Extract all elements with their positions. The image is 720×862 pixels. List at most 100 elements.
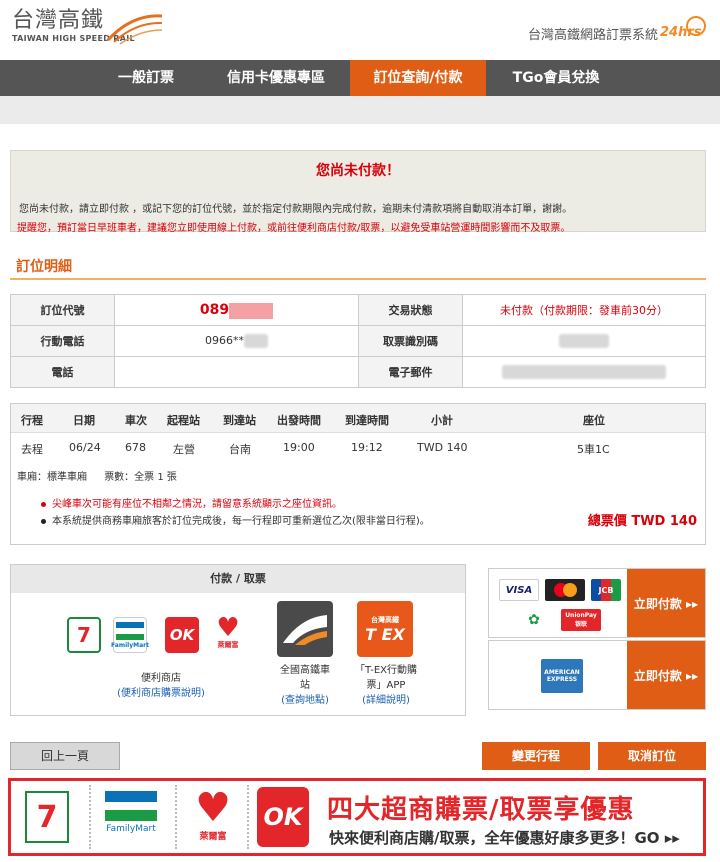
ok-mart-logo: OK [165, 617, 199, 653]
page-header: 台灣高鐵 TAIWAN HIGH SPEED RAIL 台灣高鐵網路訂票系統 2… [0, 0, 720, 60]
unpaid-alert: 您尚未付款！ 您尚未付款，請立即付款 ，或記下您的訂位代號，並於指定付款期限內完… [10, 150, 706, 234]
mobile-label: 行動電話 [10, 325, 115, 357]
gray-strip [0, 96, 720, 124]
banner-hilife-text: 萊爾富 [199, 832, 227, 842]
trip-row: 去程 06/24 678 左營 台南 19:00 19:12 TWD 140 5… [11, 432, 705, 460]
th-arrival-time: 到達時間 [345, 414, 389, 427]
bullet-icon [41, 501, 46, 507]
change-itinerary-button[interactable]: 變更行程 [482, 742, 590, 770]
alert-reminder: 提醒您，預訂當日早班車者，建議您立即使用線上付款，或前往便利商店付款/取票，以避… [17, 223, 571, 234]
heart-icon: ♥ [216, 613, 240, 643]
mc-orange-circle [562, 583, 577, 597]
nav-tgo-redeem[interactable]: TGo會員兌換 [486, 60, 626, 96]
amex-logo: AMERICAN EXPRESS [541, 659, 583, 693]
th-train: 車次 [125, 414, 147, 427]
masked-code [229, 302, 274, 319]
tex-app-icon: 台灣高鐵 T EX [357, 601, 413, 657]
trip-table: 行程 日期 車次 起程站 到達站 出發時間 到達時間 小計 座位 去程 06/2… [10, 403, 706, 545]
masked-email [502, 365, 666, 379]
card-payment-option[interactable]: VISA JCB ✿ UnionPay 银联 立即付款 ▸▸ [488, 568, 706, 638]
note-item: 本系統提供商務車廂旅客於訂位完成後，每一行程即可重新選位乙次(限非當日行程)。 [41, 513, 430, 530]
familymart-logo: FamilyMart [111, 617, 149, 653]
tex-detail-link[interactable]: (詳細說明) [343, 693, 429, 708]
phone-label: 電話 [10, 356, 115, 388]
mastercard-logo [545, 579, 585, 601]
unionpay-text: UnionPay [565, 612, 597, 619]
trip-leg: 去程 [21, 443, 43, 456]
banner-ok-logo: OK [257, 787, 309, 847]
station-caption-line1: 全國高鐵車 [280, 665, 330, 676]
main-nav: 一般訂票 信用卡優惠專區 訂位查詢/付款 TGo會員兌換 [0, 60, 720, 96]
convenience-store-banner[interactable]: 7 FamilyMart ♥ 萊爾富 OK 四大超商購票/取票享優惠 快來便利商… [8, 778, 706, 856]
trip-date: 06/24 [69, 441, 101, 454]
banner-divider [247, 785, 249, 849]
nav-general-booking[interactable]: 一般訂票 [90, 60, 202, 96]
tex-caption-line1: 「T-EX行動購 [355, 665, 417, 676]
hilife-text: 萊爾富 [217, 641, 239, 649]
banner-familymart-logo: FamilyMart [103, 791, 159, 834]
store-caption-block: 便利商店 (便利商店購票說明) [81, 671, 241, 701]
trip-train-no: 678 [125, 441, 146, 454]
thsr-logo[interactable]: 台灣高鐵 TAIWAN HIGH SPEED RAIL [12, 8, 163, 45]
ticket-id-cell [462, 325, 706, 357]
phone-value [114, 356, 359, 388]
seven-eleven-numeral: 7 [77, 623, 91, 647]
tex-caption-line2: 票」APP [366, 680, 406, 691]
alert-title: 您尚未付款！ [316, 163, 400, 179]
banner-fm-green [105, 810, 157, 821]
ticket-count: 票數：全票 1 張 [104, 472, 177, 483]
masked-mobile [244, 334, 268, 348]
ticket-id-label: 取票識別碼 [358, 325, 463, 357]
trip-summary: 車廂：標準車廂 票數：全票 1 張 [17, 468, 177, 483]
banner-fm-blue [105, 791, 157, 802]
mobile-cell: 0966** [114, 325, 359, 357]
section-title: 訂位明細 [16, 259, 72, 275]
th-arrival-station: 到達站 [223, 414, 256, 427]
banner-heart-icon: ♥ [195, 785, 231, 831]
nav-booking-query-payment[interactable]: 訂位查詢/付款 [350, 60, 486, 96]
store-guide-link[interactable]: (便利商店購票說明) [81, 686, 241, 701]
th-departure-station: 起程站 [167, 414, 200, 427]
car-type: 車廂：標準車廂 [17, 472, 87, 483]
pay-now-amex-button[interactable]: 立即付款 ▸▸ [627, 641, 705, 709]
banner-fm-white [105, 802, 157, 810]
banner-subtitle: 快來便利商店購/取票，全年優惠好康多更多！GO ▸▸ [329, 829, 680, 847]
nav-credit-card-offers[interactable]: 信用卡優惠專區 [202, 60, 350, 96]
hilife-logo: ♥ 萊爾富 [211, 615, 245, 651]
system-title: 台灣高鐵網路訂票系統 [527, 28, 658, 43]
amex-payment-option[interactable]: AMERICAN EXPRESS 立即付款 ▸▸ [488, 640, 706, 710]
cancel-booking-button[interactable]: 取消訂位 [598, 742, 706, 770]
fm-text: FamilyMart [111, 641, 149, 649]
tex-caption-block: 「T-EX行動購 票」APP (詳細說明) [343, 663, 429, 708]
banner-fm-text: FamilyMart [106, 824, 156, 834]
masked-ticket-id [559, 334, 609, 348]
trip-header-row: 行程 日期 車次 起程站 到達站 出發時間 到達時間 小計 座位 [11, 404, 705, 432]
station-location-link[interactable]: (查詢地點) [265, 693, 345, 708]
pay-now-button[interactable]: 立即付款 ▸▸ [627, 569, 705, 637]
trip-seat: 5車1C [577, 443, 610, 456]
banner-seven-numeral: 7 [36, 799, 58, 835]
unionpay-logo: UnionPay 银联 [561, 609, 601, 631]
banner-hilife-logo: ♥ 萊爾富 [189, 787, 237, 842]
back-button[interactable]: 回上一頁 [10, 742, 120, 770]
train-icon [283, 615, 327, 645]
th-subtotal: 小計 [431, 414, 453, 427]
payment-title: 付款 / 取票 [11, 565, 465, 593]
mobile-value: 0966** [205, 334, 244, 347]
payment-pickup-panel: 付款 / 取票 7 FamilyMart OK ♥ 萊爾富 便利商店 (便利商店… [10, 564, 466, 716]
seven-eleven-logo: 7 [67, 617, 101, 653]
logo-swoosh-icon [106, 14, 163, 45]
alert-message: 您尚未付款，請立即付款 ，或記下您的訂位代號，並於指定付款期限內完成付款，逾期未… [19, 204, 573, 215]
station-caption-block: 全國高鐵車 站 (查詢地點) [265, 663, 345, 708]
status-label: 交易狀態 [358, 294, 463, 326]
section-divider [10, 278, 706, 280]
booking-code-cell: 089 [114, 294, 359, 326]
banner-title: 四大超商購票/取票享優惠 [327, 795, 635, 825]
clock-icon [686, 16, 706, 36]
total-price: 總票價 TWD 140 [587, 514, 697, 529]
fm-stripe-green [116, 633, 144, 640]
station-caption-line2: 站 [300, 680, 310, 691]
trip-arrive-time: 19:12 [351, 441, 383, 454]
booking-code-value: 089 [199, 301, 230, 318]
tex-logo-text: T EX [365, 624, 405, 644]
